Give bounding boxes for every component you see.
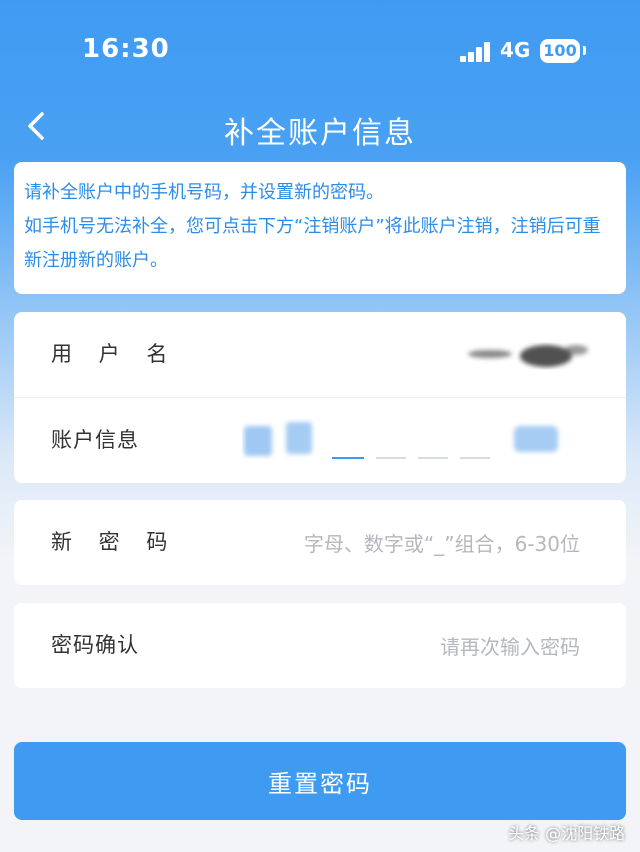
- confirm-password-row: 密码确认: [14, 603, 626, 690]
- username-label: 用 户 名: [51, 342, 178, 366]
- new-password-card: 新 密 码: [14, 500, 626, 587]
- notice-line-2: 如手机号无法补全，您可点击下方“注销账户”将此账户注销，注销后可重新注册新的账户…: [24, 216, 601, 271]
- new-password-row: 新 密 码: [14, 500, 626, 587]
- battery-icon: 100: [540, 39, 580, 63]
- new-password-label: 新 密 码: [51, 530, 178, 554]
- account-info-row: 账户信息: [14, 397, 626, 483]
- username-row: 用 户 名: [14, 312, 626, 397]
- new-password-input[interactable]: [218, 500, 582, 587]
- signal-icon: [460, 42, 492, 62]
- notice-line-1: 请补全账户中的手机号码，并设置新的密码。: [24, 182, 384, 203]
- page-title: 补全账户信息: [224, 116, 416, 151]
- confirm-password-label: 密码确认: [51, 633, 139, 657]
- notice-box: 请补全账户中的手机号码，并设置新的密码。 如手机号无法补全，您可点击下方“注销账…: [14, 162, 626, 294]
- confirm-password-input[interactable]: [218, 603, 582, 690]
- account-card: 用 户 名 账户信息: [14, 312, 626, 483]
- account-info-redacted: [244, 422, 558, 459]
- username-redacted: [468, 345, 588, 367]
- status-bar: 16:30 4G 100: [0, 0, 640, 100]
- reset-password-button[interactable]: 重置密码: [14, 742, 626, 820]
- status-time: 16:30: [82, 34, 170, 64]
- watermark: 头条 @沈阳铁路: [508, 824, 626, 843]
- confirm-password-card: 密码确认: [14, 603, 626, 690]
- account-info-label: 账户信息: [51, 428, 139, 452]
- battery-tip: [583, 46, 586, 55]
- nav-bar: 补全账户信息: [0, 100, 640, 156]
- network-type: 4G: [500, 38, 531, 62]
